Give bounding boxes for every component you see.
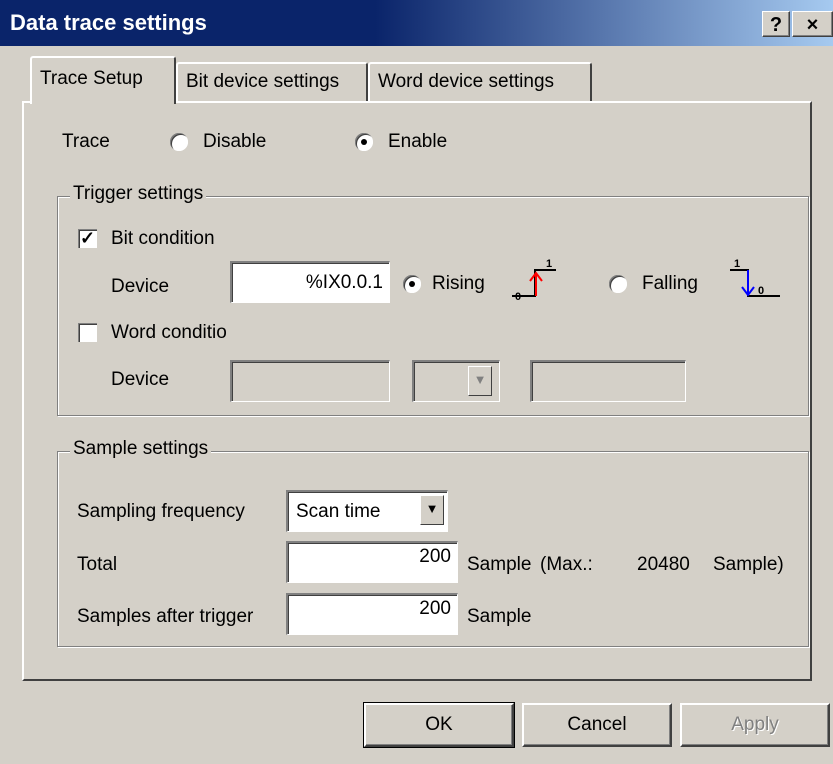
bit-device-input[interactable]: %IX0.0.1 — [230, 261, 390, 303]
samples-after-trigger-input[interactable]: 200 — [286, 593, 458, 635]
rising-radio[interactable] — [403, 275, 421, 293]
cancel-button[interactable]: Cancel — [522, 703, 672, 747]
trace-disable-label[interactable]: Disable — [203, 131, 266, 153]
close-button[interactable]: × — [792, 11, 833, 37]
rising-label[interactable]: Rising — [432, 273, 485, 295]
sampling-frequency-label: Sampling frequency — [77, 501, 245, 522]
word-device-input[interactable] — [230, 360, 390, 402]
help-button[interactable]: ? — [762, 11, 790, 37]
trace-enable-radio[interactable] — [355, 133, 373, 151]
after-unit: Sample — [467, 606, 532, 627]
bit-condition-checkbox[interactable]: ✓ — [78, 229, 97, 248]
chevron-down-icon[interactable]: ▼ — [468, 366, 492, 396]
check-icon: ✓ — [79, 228, 96, 248]
tab-bit-device-settings[interactable]: Bit device settings — [176, 62, 368, 102]
ok-button[interactable]: OK — [363, 702, 515, 748]
close-icon: × — [806, 14, 819, 36]
trace-label: Trace — [62, 131, 110, 152]
falling-label[interactable]: Falling — [642, 273, 698, 295]
max-label: (Max.: — [540, 554, 593, 575]
sample-settings-legend: Sample settings — [70, 438, 212, 460]
window-title: Data trace settings — [10, 10, 207, 35]
tab-trace-setup[interactable]: Trace Setup — [30, 56, 176, 104]
trace-enable-label[interactable]: Enable — [388, 131, 447, 153]
samples-after-trigger-label: Samples after trigger — [77, 606, 254, 627]
total-unit: Sample — [467, 554, 532, 575]
sampling-frequency-value: Scan time — [296, 501, 381, 522]
apply-button[interactable]: Apply — [680, 703, 830, 747]
tab-word-device-settings[interactable]: Word device settings — [368, 62, 592, 102]
rising-icon-low: 0 — [515, 291, 521, 302]
falling-icon-high: 1 — [734, 258, 740, 270]
falling-radio[interactable] — [609, 275, 627, 293]
rising-edge-icon: 0 1 — [512, 258, 556, 302]
trace-disable-radio[interactable] — [170, 133, 188, 151]
total-input[interactable]: 200 — [286, 541, 458, 583]
bit-device-label: Device — [111, 276, 170, 297]
total-label: Total — [77, 554, 118, 575]
falling-edge-icon: 1 0 — [730, 258, 780, 297]
word-device-label: Device — [111, 369, 170, 390]
trigger-settings-legend: Trigger settings — [70, 183, 207, 205]
word-condition-checkbox[interactable] — [78, 323, 97, 342]
word-compare-input[interactable] — [530, 360, 686, 402]
word-condition-label[interactable]: Word conditio — [111, 322, 227, 344]
bit-condition-label[interactable]: Bit condition — [111, 228, 215, 250]
max-unit: Sample) — [713, 554, 784, 575]
chevron-down-icon[interactable]: ▼ — [420, 495, 444, 525]
falling-icon-low: 0 — [758, 285, 764, 297]
max-value: 20480 — [637, 554, 690, 575]
rising-icon-high: 1 — [546, 258, 552, 270]
